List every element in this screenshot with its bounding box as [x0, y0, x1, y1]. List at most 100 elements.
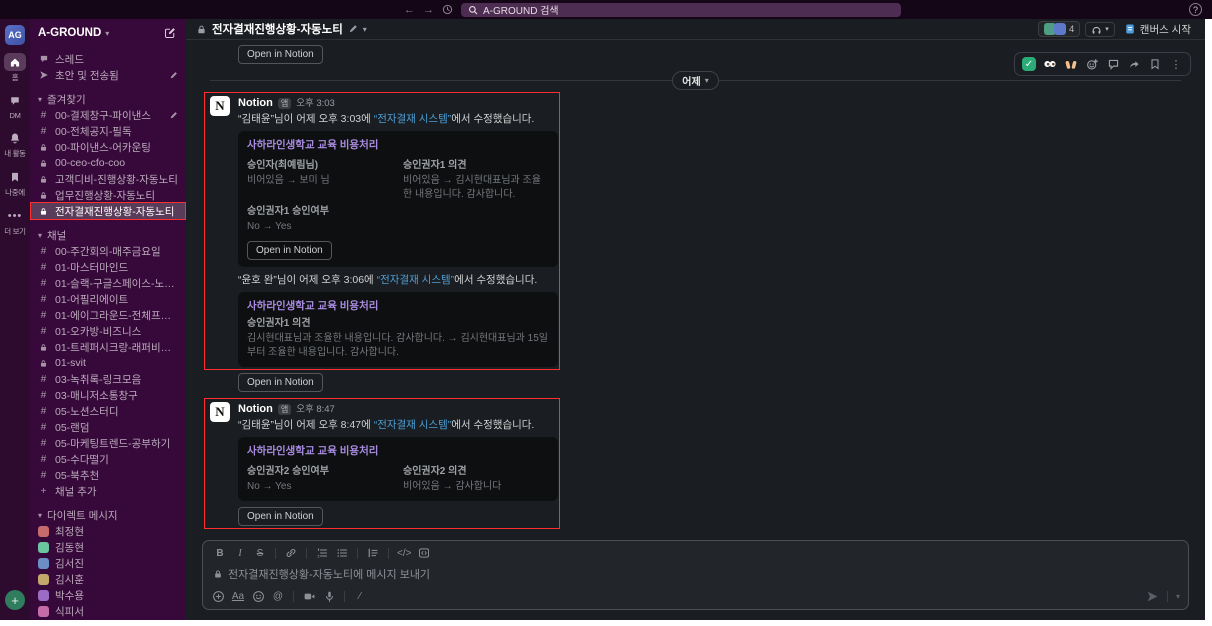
sidebar-item-channel[interactable]: #03-매니저소통창구: [30, 387, 186, 403]
sidebar-item-dm[interactable]: 장현빈: [30, 619, 186, 620]
sidebar-item-channel[interactable]: #01-슬랙-구글스페이스-노션-셋업: [30, 275, 186, 291]
sidebar-item-channel[interactable]: #05-북추천: [30, 467, 186, 483]
message-timestamp[interactable]: 오후 8:47: [296, 403, 335, 417]
sidebar-item-threads[interactable]: 스레드: [30, 51, 186, 67]
sidebar-item-channel[interactable]: #05-수다떨기: [30, 451, 186, 467]
open-in-notion-button[interactable]: Open in Notion: [238, 45, 323, 64]
open-in-notion-button[interactable]: Open in Notion: [238, 373, 323, 392]
date-divider-pill[interactable]: 어제 ▾: [672, 70, 719, 90]
rail-item-more[interactable]: ••• 더 보기: [0, 207, 30, 237]
more-actions-button[interactable]: ⋮: [1167, 55, 1185, 73]
sidebar-item-channel[interactable]: 00-파이낸스-어카운팅: [30, 139, 186, 155]
link-button[interactable]: [282, 545, 300, 561]
huddle-button[interactable]: ▾: [1085, 21, 1115, 37]
ordered-list-button[interactable]: [313, 545, 331, 561]
mic-button[interactable]: [320, 588, 338, 604]
sidebar-item-channel[interactable]: 업무진행상황-자동노티: [30, 187, 186, 203]
section-starred[interactable]: ▾ 즐겨찾기: [30, 91, 186, 107]
sidebar-item-channel[interactable]: 01-svit: [30, 355, 186, 371]
save-message-button[interactable]: [1146, 55, 1164, 73]
send-button[interactable]: ▾: [1146, 590, 1182, 603]
compose-icon[interactable]: [162, 25, 178, 41]
rail-item-activity[interactable]: 내 활동: [0, 129, 30, 159]
strikethrough-button[interactable]: S: [251, 545, 269, 561]
sidebar-item-dm[interactable]: 김시훈: [30, 571, 186, 587]
sidebar-item-dm[interactable]: 김동현: [30, 539, 186, 555]
sidebar-item-dm[interactable]: 박수용: [30, 587, 186, 603]
sidebar-item-channel[interactable]: # 00-결제창구-파이낸스: [30, 107, 186, 123]
section-dms[interactable]: ▾ 다이렉트 메시지: [30, 507, 186, 523]
sidebar-item-channel-active[interactable]: 전자결재진행상황-자동노티: [30, 202, 186, 220]
notion-page-title[interactable]: 사하라인생학교 교육 비용처리: [247, 299, 549, 313]
sidebar-item-channel[interactable]: #05-노션스터디: [30, 403, 186, 419]
sidebar-item-channel[interactable]: #05-랜덤: [30, 419, 186, 435]
notion-avatar[interactable]: N: [210, 96, 230, 116]
notion-page-link[interactable]: “전자결재 시스템”: [374, 419, 452, 431]
rail-item-dm[interactable]: DM: [0, 92, 30, 120]
reaction-check-button[interactable]: ✓: [1020, 55, 1038, 73]
notion-page-link[interactable]: “전자결재 시스템”: [377, 274, 455, 286]
attach-button[interactable]: [209, 588, 227, 604]
message-timestamp[interactable]: 오후 3:03: [296, 97, 335, 111]
share-message-button[interactable]: [1125, 55, 1143, 73]
message-author[interactable]: Notion: [238, 402, 273, 416]
search-input[interactable]: A-GROUND 검색: [461, 2, 901, 17]
help-icon[interactable]: ?: [1189, 3, 1202, 16]
create-new-button[interactable]: +: [5, 590, 25, 610]
add-reaction-button[interactable]: [1083, 55, 1101, 73]
code-button[interactable]: </>: [395, 545, 413, 561]
member-count-button[interactable]: 4: [1037, 21, 1081, 37]
notion-page-title[interactable]: 사하라인생학교 교육 비용처리: [247, 444, 549, 458]
message-input[interactable]: 전자결재진행상황-자동노티에 메시지 보내기: [203, 563, 1188, 585]
notion-avatar[interactable]: N: [210, 402, 230, 422]
sidebar-item-dm[interactable]: 최정현: [30, 523, 186, 539]
sidebar-item-channel[interactable]: 01-트레퍼시크랑-래퍼비즈니스-...: [30, 339, 186, 355]
video-button[interactable]: [300, 588, 318, 604]
reply-thread-button[interactable]: [1104, 55, 1122, 73]
sidebar-item-channel[interactable]: #01-마스터마인드: [30, 259, 186, 275]
bullet-list-button[interactable]: [333, 545, 351, 561]
pencil-icon[interactable]: [348, 24, 358, 34]
channel-name[interactable]: 전자결재진행상황-자동노티: [212, 21, 343, 37]
check-icon: ✓: [1022, 57, 1036, 71]
history-icon[interactable]: [442, 4, 453, 15]
add-channel-button[interactable]: + 채널 추가: [30, 483, 186, 499]
bold-button[interactable]: B: [211, 545, 229, 561]
reaction-hands-button[interactable]: [1062, 55, 1080, 73]
open-in-notion-button[interactable]: Open in Notion: [238, 507, 323, 526]
sidebar-item-drafts[interactable]: 초안 및 전송됨: [30, 67, 186, 83]
notion-page-title[interactable]: 사하라인생학교 교육 비용처리: [247, 138, 549, 152]
sidebar-item-channel[interactable]: #01-어필리에이트: [30, 291, 186, 307]
workspace-switcher[interactable]: AG: [5, 25, 25, 45]
forward-button[interactable]: →: [423, 4, 434, 16]
sidebar-item-channel[interactable]: 00-ceo-cfo-coo: [30, 155, 186, 171]
italic-button[interactable]: I: [231, 545, 249, 561]
notion-page-link[interactable]: “전자결재 시스템”: [374, 113, 452, 125]
link-icon: [286, 549, 296, 557]
open-in-notion-button[interactable]: Open in Notion: [247, 241, 332, 260]
mention-button[interactable]: @: [269, 588, 287, 604]
message-author[interactable]: Notion: [238, 96, 273, 110]
sidebar-item-channel[interactable]: # 00-전체공지-필독: [30, 123, 186, 139]
sidebar-item-channel[interactable]: #01-오카방-비즈니스: [30, 323, 186, 339]
sidebar-item-dm[interactable]: 식피서: [30, 603, 186, 619]
shortcuts-button[interactable]: ∕: [351, 588, 369, 604]
rail-item-home[interactable]: 홈: [0, 53, 30, 83]
rail-item-later[interactable]: 나중에: [0, 168, 30, 198]
reaction-eyes-button[interactable]: [1041, 55, 1059, 73]
sidebar-item-channel[interactable]: 고객디비-진행상황-자동노티: [30, 171, 186, 187]
back-button[interactable]: ←: [404, 4, 415, 16]
code-block-button[interactable]: [415, 545, 433, 561]
sidebar-item-dm[interactable]: 김서진: [30, 555, 186, 571]
format-toggle-button[interactable]: Aa: [229, 588, 247, 604]
emoji-button[interactable]: [249, 588, 267, 604]
section-channels[interactable]: ▾ 채널: [30, 227, 186, 243]
sidebar-item-channel[interactable]: #01-에이그라운드-전체프로젝트...: [30, 307, 186, 323]
chevron-down-icon[interactable]: ▾: [363, 25, 367, 34]
blockquote-button[interactable]: [364, 545, 382, 561]
sidebar-item-channel[interactable]: #00-주간회의-매주금요일: [30, 243, 186, 259]
start-canvas-button[interactable]: 캔버스 시작: [1120, 21, 1195, 38]
sidebar-item-channel[interactable]: #05-마케팅트렌드-공부하기: [30, 435, 186, 451]
workspace-name[interactable]: A-GROUND: [38, 27, 101, 39]
sidebar-item-channel[interactable]: #03-녹취록-링크모음: [30, 371, 186, 387]
